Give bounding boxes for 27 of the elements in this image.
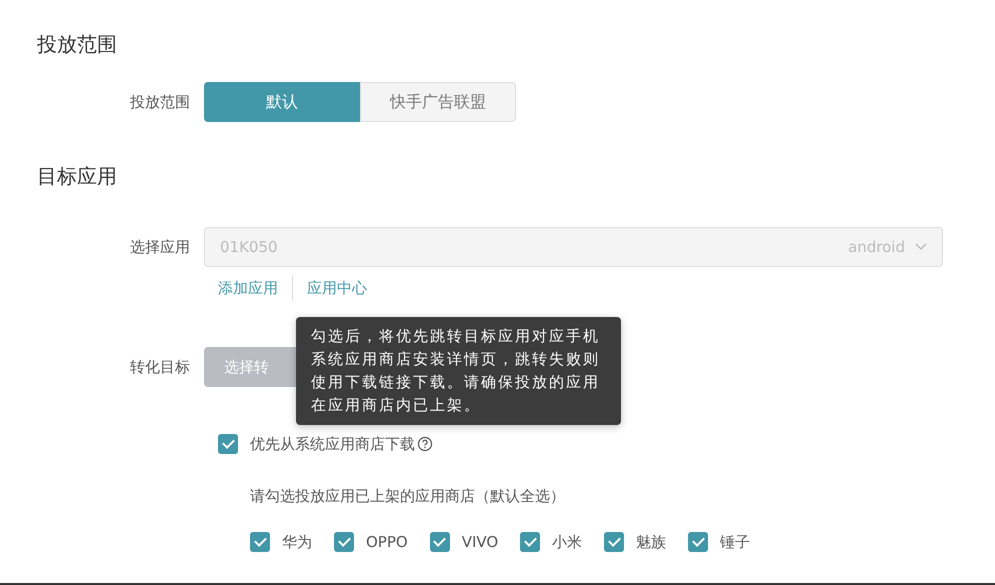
hint-text: 请勾选投放应用已上架的应用商店（默认全选）	[250, 487, 566, 506]
link[interactable]: 应用中心	[307, 278, 367, 298]
checkbox[interactable]	[520, 532, 540, 552]
checkbox-label: OPPO	[366, 533, 408, 551]
help-icon[interactable]	[417, 436, 433, 452]
tooltip: 勾选后，将优先跳转目标应用对应手机系统应用商店安装详情页，跳转失败则使用下载链接下载。请确保投放的应用在应用商店内已上架。	[296, 317, 621, 425]
checkbox[interactable]	[430, 532, 450, 552]
field-label: 转化目标	[129, 358, 191, 376]
checkbox-label: 小米	[552, 532, 582, 552]
checkbox-label: 优先从系统应用商店下载	[250, 434, 415, 454]
checkbox[interactable]	[218, 434, 238, 454]
checkbox-label: 华为	[282, 532, 312, 552]
checkbox[interactable]	[688, 532, 708, 552]
checkbox-label: VIVO	[462, 533, 498, 551]
field-label: 选择应用	[129, 238, 191, 256]
segment-option[interactable]: 快手广告联盟	[360, 82, 516, 122]
section-title: 投放范围	[37, 31, 118, 58]
checkbox-label: 魅族	[636, 532, 666, 552]
field-label: 投放范围	[129, 92, 191, 112]
section-title: 目标应用	[37, 163, 118, 190]
checkbox[interactable]	[250, 532, 270, 552]
chevron-down-icon	[915, 243, 927, 251]
checkbox-label: 锤子	[720, 532, 750, 552]
checkbox[interactable]	[334, 532, 354, 552]
segment-option[interactable]: 默认	[204, 82, 360, 122]
checkbox[interactable]	[604, 532, 624, 552]
link[interactable]: 添加应用	[218, 278, 278, 298]
